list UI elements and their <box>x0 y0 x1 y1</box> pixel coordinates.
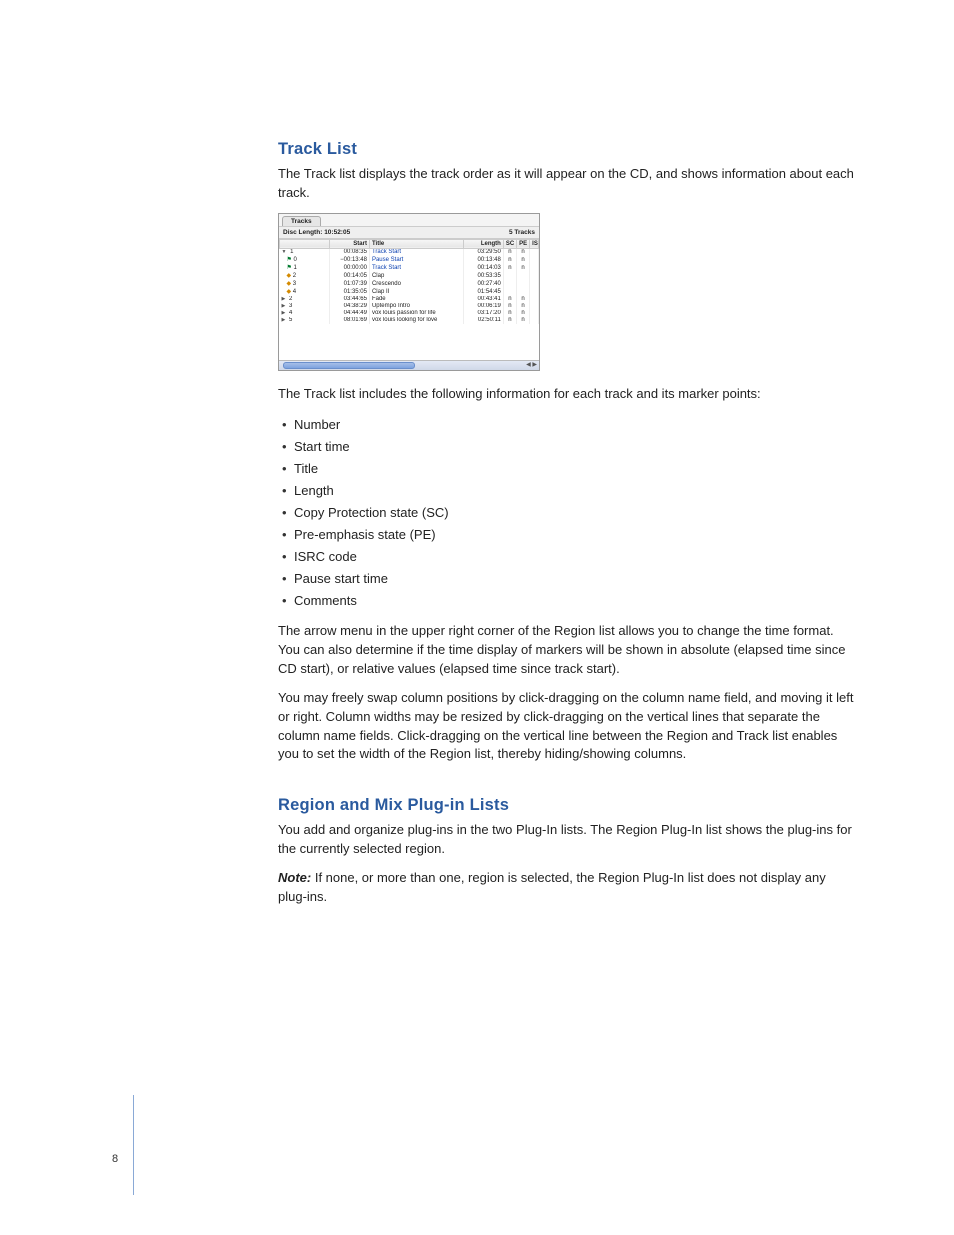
table-row[interactable]: 508:01:69vox louis looking for love02:50… <box>280 317 539 324</box>
tracklist-includes: The Track list includes the following in… <box>278 385 854 404</box>
table-row[interactable]: ⚑ 0−00:13:48Pause Start00:13:48nn <box>280 256 539 264</box>
list-item: Length <box>294 480 854 502</box>
col-start[interactable]: Start <box>330 239 370 248</box>
tracks-panel-screenshot: Tracks Disc Length: 10:52:05 5 Tracks St… <box>278 213 540 371</box>
tracklist-intro: The Track list displays the track order … <box>278 165 854 203</box>
table-row[interactable]: ◆ 301:07:39Crescendo00:27:40 <box>280 280 539 288</box>
list-item: ISRC code <box>294 546 854 568</box>
list-item: Number <box>294 414 854 436</box>
list-item: Copy Protection state (SC) <box>294 502 854 524</box>
disc-length-label: Disc Length: <box>283 229 322 236</box>
track-count: 5 Tracks <box>509 229 535 236</box>
col-isrc[interactable]: IS <box>530 239 539 248</box>
list-item: Comments <box>294 590 854 612</box>
table-row[interactable]: 404:44:49vox louis passion for life03:17… <box>280 310 539 317</box>
tracks-tab[interactable]: Tracks <box>282 216 321 226</box>
table-row[interactable]: 203:44:65Fade00:43:41nn <box>280 296 539 303</box>
list-item: Start time <box>294 436 854 458</box>
col-title[interactable]: Title <box>369 239 463 248</box>
horizontal-scrollbar[interactable]: ◀ ▶ <box>279 360 539 370</box>
tracklist-fields-list: NumberStart timeTitleLengthCopy Protecti… <box>278 414 854 613</box>
col-sc[interactable]: SC <box>503 239 516 248</box>
tracklist-swap-columns-para: You may freely swap column positions by … <box>278 689 854 764</box>
table-row[interactable]: ◆ 200:14:05Clap00:53:35 <box>280 272 539 280</box>
disc-length-value: 10:52:05 <box>324 229 350 236</box>
scrollbar-thumb[interactable] <box>283 362 415 369</box>
note-body: If none, or more than one, region is sel… <box>278 870 826 904</box>
list-item: Pause start time <box>294 568 854 590</box>
scrollbar-buttons[interactable]: ◀ ▶ <box>526 361 537 368</box>
margin-rule <box>133 1095 134 1195</box>
tracks-info-bar: Disc Length: 10:52:05 5 Tracks <box>279 226 539 239</box>
note-label: Note: <box>278 870 311 885</box>
table-header-row[interactable]: Start Title Length SC PE IS <box>280 239 539 248</box>
page-number: 8 <box>112 1153 118 1165</box>
list-item: Pre-emphasis state (PE) <box>294 524 854 546</box>
col-length[interactable]: Length <box>464 239 504 248</box>
table-row[interactable]: ⚑ 100:00:00Track Start00:14:03nn <box>280 264 539 272</box>
region-note: Note: If none, or more than one, region … <box>278 869 854 907</box>
col-pe[interactable]: PE <box>517 239 530 248</box>
table-row[interactable]: 304:38:29Uptempo Intro00:06:19nn <box>280 303 539 310</box>
region-intro: You add and organize plug-ins in the two… <box>278 821 854 859</box>
list-item: Title <box>294 458 854 480</box>
table-row[interactable]: 100:08:35Track Start03:29:50nn <box>280 248 539 256</box>
heading-track-list: Track List <box>278 140 854 159</box>
heading-region-mix: Region and Mix Plug-in Lists <box>278 796 854 815</box>
tracks-table[interactable]: Start Title Length SC PE IS 100:08:35Tra… <box>279 239 539 324</box>
tracklist-arrow-menu-para: The arrow menu in the upper right corner… <box>278 622 854 679</box>
table-row[interactable]: ◆ 401:35:05Clap II01:54:45 <box>280 288 539 296</box>
col-number[interactable] <box>280 239 330 248</box>
